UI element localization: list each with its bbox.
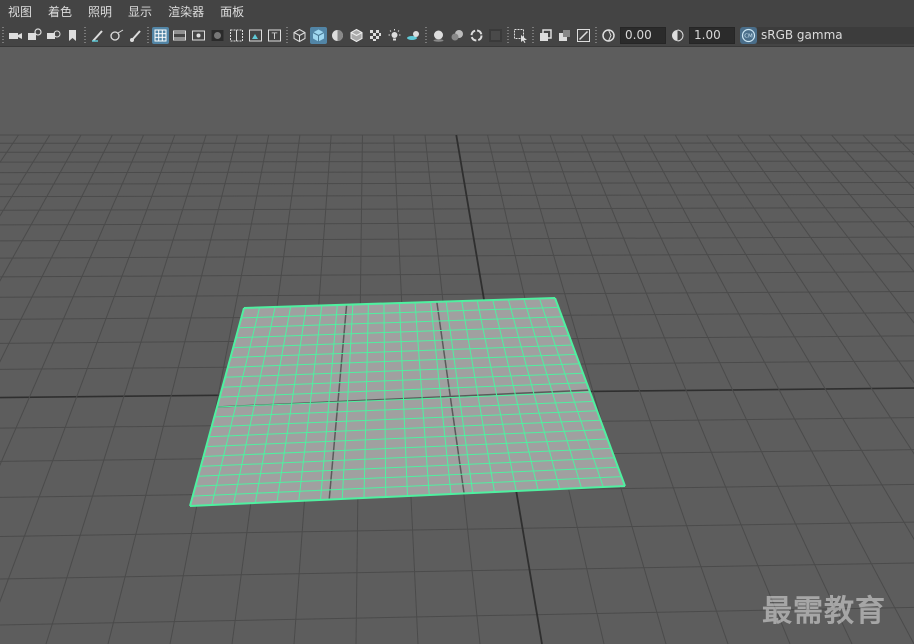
gamma-icon[interactable] [669,27,686,44]
screen-space-ao-icon[interactable] [430,27,447,44]
textured-icon[interactable] [367,27,384,44]
color-management-badge-text: CM [744,33,753,39]
grid-line [0,151,914,153]
paint-brush-icon[interactable] [127,27,144,44]
grease-pencil-icon[interactable] [89,27,106,44]
bookmark-icon[interactable] [64,27,81,44]
viewport-menu-bar: 视图 着色 照明 显示 渲染器 面板 [0,0,914,24]
isolate-select-icon[interactable] [512,27,529,44]
3d-viewport[interactable] [0,47,914,644]
color-management-icon[interactable]: CM [740,26,757,44]
default-material-icon[interactable] [329,27,346,44]
menu-shading[interactable]: 着色 [40,0,80,24]
xray-active-icon[interactable] [575,27,592,44]
safe-title-icon[interactable]: T [266,27,283,44]
menu-view[interactable]: 视图 [0,0,40,24]
menu-panels[interactable]: 面板 [212,0,252,24]
film-gate-icon[interactable] [171,27,188,44]
toolbar-separator [507,27,509,43]
wireframe-on-shaded-icon[interactable] [348,27,365,44]
lights-icon[interactable] [386,27,403,44]
exposure-field[interactable]: 0.00 [620,26,666,44]
toolbar-separator [286,27,288,43]
grid-toggle-icon[interactable] [152,26,169,44]
safe-action-icon[interactable] [247,27,264,44]
depth-of-field-icon[interactable] [487,27,504,44]
toolbar-separator [147,27,149,43]
shadows-icon[interactable] [405,27,422,44]
camera-select-icon[interactable] [7,27,24,44]
viewport-sky [0,47,914,131]
anti-aliasing-icon[interactable] [468,27,485,44]
selected-plane[interactable] [189,297,626,507]
menu-renderer[interactable]: 渲染器 [160,0,212,24]
menu-lighting[interactable]: 照明 [80,0,120,24]
camera-bookmark-icon[interactable] [45,27,62,44]
smooth-shade-icon[interactable] [310,26,327,44]
wireframe-icon[interactable] [291,27,308,44]
toolbar-separator [532,27,534,43]
toolbar-separator [595,27,597,43]
color-space-dropdown[interactable]: sRGB gamma [757,26,914,44]
camera-target-icon[interactable] [108,27,125,44]
field-chart-icon[interactable] [228,27,245,44]
resolution-gate-icon[interactable] [190,27,207,44]
exposure-icon[interactable] [600,27,617,44]
xray-icon[interactable] [537,27,554,44]
toolbar-separator [84,27,86,43]
gamma-field[interactable]: 1.00 [689,26,735,44]
motion-blur-icon[interactable] [449,27,466,44]
gate-mask-icon[interactable] [209,27,226,44]
color-space-label: sRGB gamma [761,28,843,42]
toolbar-separator [2,27,4,43]
toolbar-separator [425,27,427,43]
menu-show[interactable]: 显示 [120,0,160,24]
svg-text:T: T [271,32,278,42]
camera-attributes-icon[interactable] [26,27,43,44]
xray-joints-icon[interactable] [556,27,573,44]
panel-toolbar: T 0.00 1.00 CM sRGB gamma [0,24,914,47]
watermark: 最需教育 [762,594,886,629]
